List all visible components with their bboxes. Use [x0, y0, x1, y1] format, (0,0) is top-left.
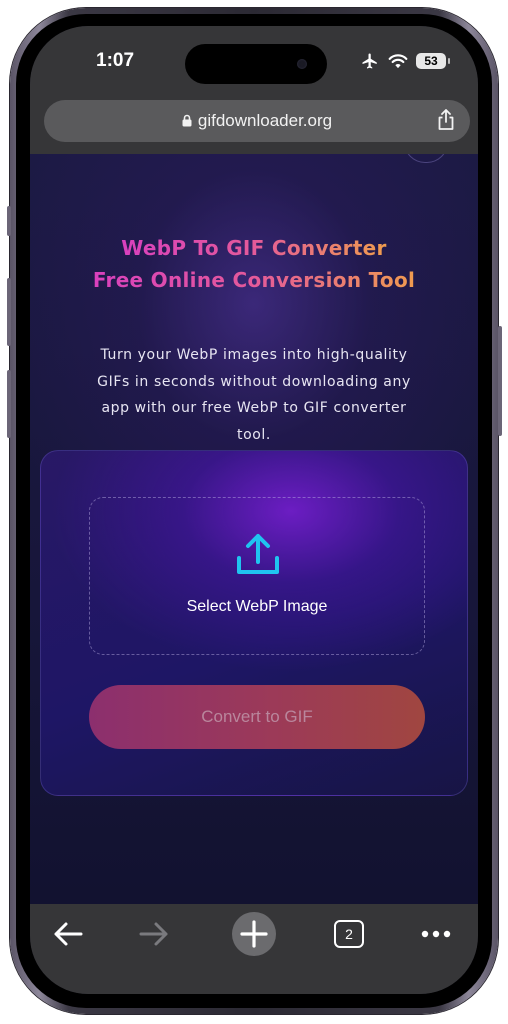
airplane-icon — [362, 53, 377, 69]
wifi-icon — [388, 54, 408, 69]
upload-icon — [237, 534, 279, 574]
url-bar[interactable]: gifdownloader.org — [44, 100, 470, 142]
back-button[interactable] — [46, 912, 90, 956]
title-line-1: WebP To GIF Converter — [115, 232, 393, 264]
status-icons: 53 — [360, 52, 450, 70]
tabs-button[interactable]: 2 — [334, 920, 364, 948]
more-button[interactable] — [414, 912, 458, 956]
volume-up-button — [7, 278, 11, 346]
action-button — [7, 206, 11, 236]
power-button — [498, 326, 502, 436]
back-arrow-icon — [54, 922, 83, 946]
forward-arrow-icon — [139, 922, 168, 946]
status-bar: 1:07 53 — [30, 26, 478, 96]
new-tab-button[interactable] — [232, 912, 276, 956]
share-icon[interactable] — [436, 109, 456, 131]
status-time: 1:07 — [96, 50, 135, 71]
converter-card: Select WebP Image Convert to GIF — [40, 450, 468, 796]
page-title: WebP To GIF Converter Free Online Conver… — [30, 232, 478, 296]
plus-icon — [240, 920, 268, 948]
more-icon — [421, 930, 451, 938]
select-image-label: Select WebP Image — [186, 598, 328, 615]
browser-address-area: gifdownloader.org — [30, 96, 478, 154]
title-line-2: Free Online Conversion Tool — [82, 264, 426, 296]
scrolled-element-edge — [404, 154, 448, 163]
front-camera — [297, 59, 307, 69]
browser-toolbar: 2 — [30, 904, 478, 994]
phone-screen: 1:07 53 gifdownloader.org WebP To GIF Co… — [30, 26, 478, 994]
url-text: gifdownloader.org — [197, 111, 333, 130]
convert-to-gif-button[interactable]: Convert to GIF — [89, 685, 425, 749]
lock-icon — [182, 114, 192, 127]
url-display[interactable]: gifdownloader.org — [44, 111, 470, 131]
web-content: WebP To GIF Converter Free Online Conver… — [30, 154, 478, 904]
volume-down-button — [7, 370, 11, 438]
page-description: Turn your WebP images into high-quality … — [97, 347, 411, 443]
forward-button[interactable] — [132, 912, 176, 956]
file-dropzone[interactable]: Select WebP Image — [89, 497, 425, 655]
dynamic-island — [185, 44, 327, 84]
battery-icon: 53 — [416, 53, 450, 69]
device-mockup: 1:07 53 gifdownloader.org WebP To GIF Co… — [0, 0, 508, 1024]
